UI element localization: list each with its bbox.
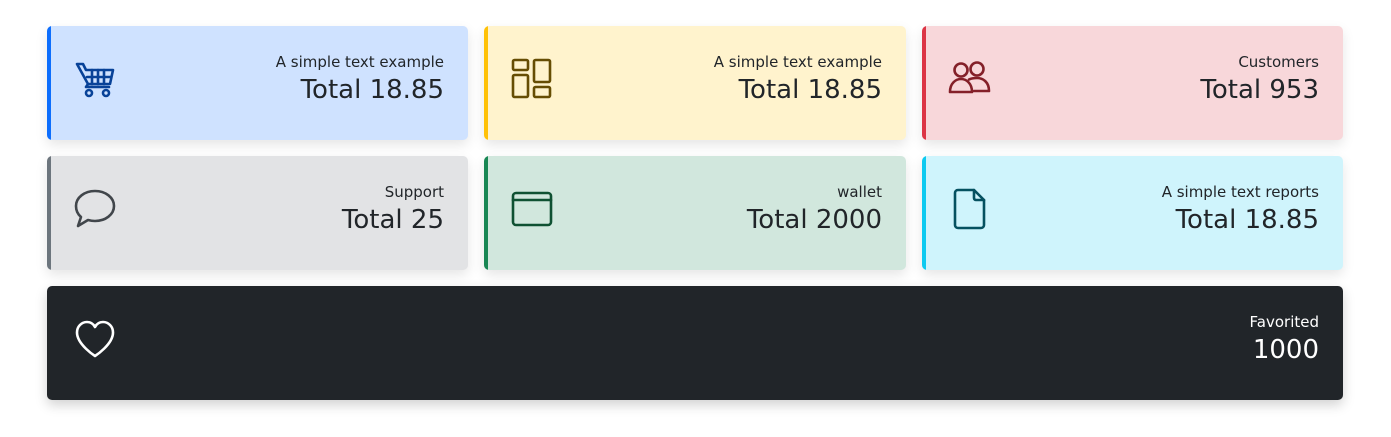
- card-accent-bar: [922, 156, 926, 270]
- card-value: Total 18.85: [738, 75, 882, 105]
- card-label: A simple text example: [713, 53, 882, 71]
- card-value: Total 18.85: [1175, 205, 1319, 235]
- card-accent-bar: [47, 156, 51, 270]
- card-value: Total 2000: [746, 205, 882, 235]
- stat-card-wallet[interactable]: wallet Total 2000: [484, 156, 906, 270]
- stat-cards-grid: A simple text example Total 18.85 A simp…: [0, 0, 1391, 437]
- dashboard-icon: [510, 57, 554, 101]
- card-accent-bar: [47, 26, 51, 140]
- card-value: 1000: [1252, 335, 1319, 365]
- cart-icon: [73, 57, 117, 101]
- card-label: Customers: [1238, 53, 1319, 71]
- file-icon: [948, 187, 992, 231]
- card-value: Total 18.85: [300, 75, 444, 105]
- stat-card-reports[interactable]: A simple text reports Total 18.85: [922, 156, 1343, 270]
- people-icon: [948, 57, 992, 101]
- card-value: Total 953: [1200, 75, 1319, 105]
- stat-card-dashboard[interactable]: A simple text example Total 18.85: [484, 26, 906, 140]
- wallet-icon: [510, 187, 554, 231]
- heart-icon: [73, 317, 117, 361]
- card-label: Support: [384, 183, 444, 201]
- card-accent-bar: [922, 26, 926, 140]
- card-label: Favorited: [1249, 313, 1319, 331]
- stat-card-support[interactable]: Support Total 25: [47, 156, 468, 270]
- chat-icon: [73, 187, 117, 231]
- card-label: A simple text reports: [1161, 183, 1319, 201]
- card-label: wallet: [837, 183, 882, 201]
- stat-card-customers[interactable]: Customers Total 953: [922, 26, 1343, 140]
- stat-card-sales[interactable]: A simple text example Total 18.85: [47, 26, 468, 140]
- card-label: A simple text example: [275, 53, 444, 71]
- stat-card-favorited[interactable]: Favorited 1000: [47, 286, 1343, 400]
- card-value: Total 25: [341, 205, 444, 235]
- card-accent-bar: [484, 156, 488, 270]
- card-accent-bar: [484, 26, 488, 140]
